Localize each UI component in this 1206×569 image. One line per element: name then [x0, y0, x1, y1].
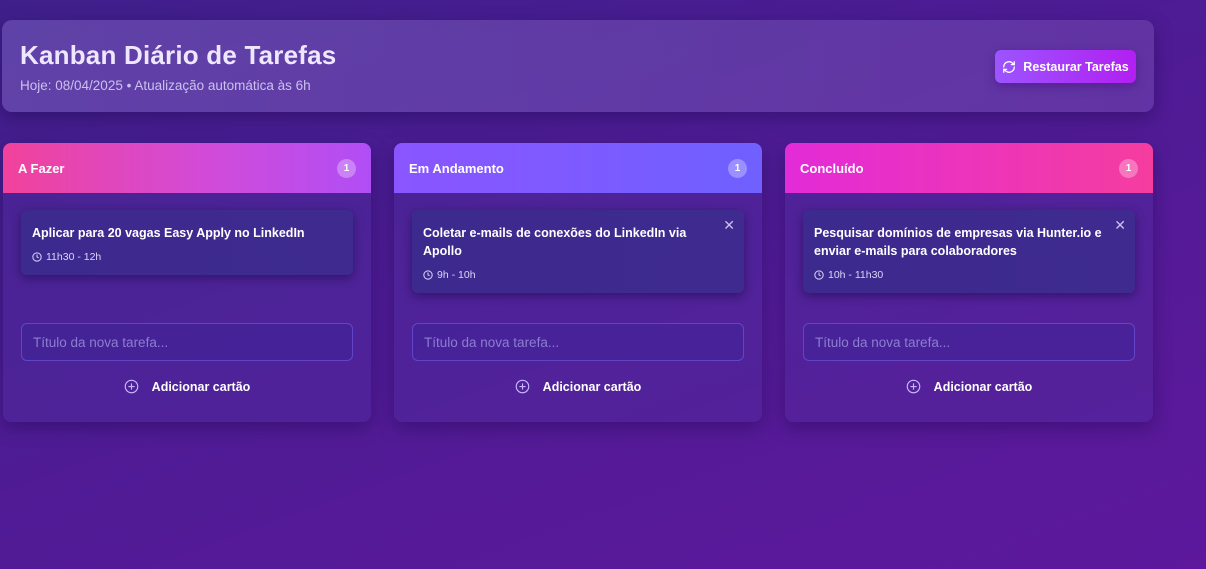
page-header: Kanban Diário de Tarefas Hoje: 08/04/202… — [2, 20, 1154, 112]
task-card[interactable]: Aplicar para 20 vagas Easy Apply no Link… — [21, 210, 353, 275]
close-icon[interactable]: ✕ — [1114, 217, 1126, 234]
column-header: Concluído 1 — [785, 143, 1153, 193]
task-time-text: 9h - 10h — [437, 269, 476, 281]
column-in-progress: Em Andamento 1 ✕ Coletar e-mails de cone… — [394, 143, 762, 422]
restore-tasks-button[interactable]: Restaurar Tarefas — [995, 50, 1136, 83]
refresh-icon — [1003, 60, 1016, 73]
new-task-title-input[interactable] — [412, 323, 744, 361]
clock-icon — [423, 270, 433, 280]
task-card-title: Aplicar para 20 vagas Easy Apply no Link… — [32, 226, 305, 240]
add-card-button[interactable]: Adicionar cartão — [394, 379, 762, 394]
column-todo: A Fazer 1 Aplicar para 20 vagas Easy App… — [3, 143, 371, 422]
column-header: Em Andamento 1 — [394, 143, 762, 193]
column-header: A Fazer 1 — [3, 143, 371, 193]
add-card-label: Adicionar cartão — [151, 379, 251, 394]
column-title: A Fazer — [18, 160, 65, 176]
plus-circle-icon — [515, 379, 529, 394]
plus-circle-icon — [906, 379, 920, 394]
add-card-button[interactable]: Adicionar cartão — [3, 379, 371, 394]
new-task-title-input[interactable] — [803, 323, 1135, 361]
clock-icon — [814, 270, 824, 280]
task-card-time: 10h - 11h30 — [814, 269, 1105, 281]
card-count-badge: 1 — [728, 158, 747, 178]
close-icon[interactable]: ✕ — [723, 217, 735, 234]
new-task-title-input[interactable] — [21, 323, 353, 361]
column-title: Em Andamento — [409, 160, 504, 176]
column-title: Concluído — [800, 160, 864, 176]
add-card-label: Adicionar cartão — [542, 379, 642, 394]
task-time-text: 11h30 - 12h — [46, 251, 102, 263]
task-card-time: 11h30 - 12h — [32, 251, 323, 263]
page-subtitle: Hoje: 08/04/2025 • Atualização automátic… — [20, 78, 311, 93]
restore-tasks-label: Restaurar Tarefas — [1023, 59, 1129, 74]
task-card-title: Pesquisar domínios de empresas via Hunte… — [814, 226, 1102, 258]
plus-circle-icon — [124, 379, 138, 394]
task-time-text: 10h - 11h30 — [828, 269, 884, 281]
page-title: Kanban Diário de Tarefas — [20, 40, 337, 70]
card-count-badge: 1 — [1119, 158, 1138, 178]
card-count-badge: 1 — [337, 158, 356, 178]
add-card-button[interactable]: Adicionar cartão — [785, 379, 1153, 394]
task-card[interactable]: ✕ Coletar e-mails de conexões do LinkedI… — [412, 210, 744, 293]
task-card-title: Coletar e-mails de conexões do LinkedIn … — [423, 226, 687, 258]
task-card[interactable]: ✕ Pesquisar domínios de empresas via Hun… — [803, 210, 1135, 293]
add-card-label: Adicionar cartão — [933, 379, 1033, 394]
clock-icon — [32, 252, 42, 262]
task-card-time: 9h - 10h — [423, 269, 714, 281]
column-done: Concluído 1 ✕ Pesquisar domínios de empr… — [785, 143, 1153, 422]
